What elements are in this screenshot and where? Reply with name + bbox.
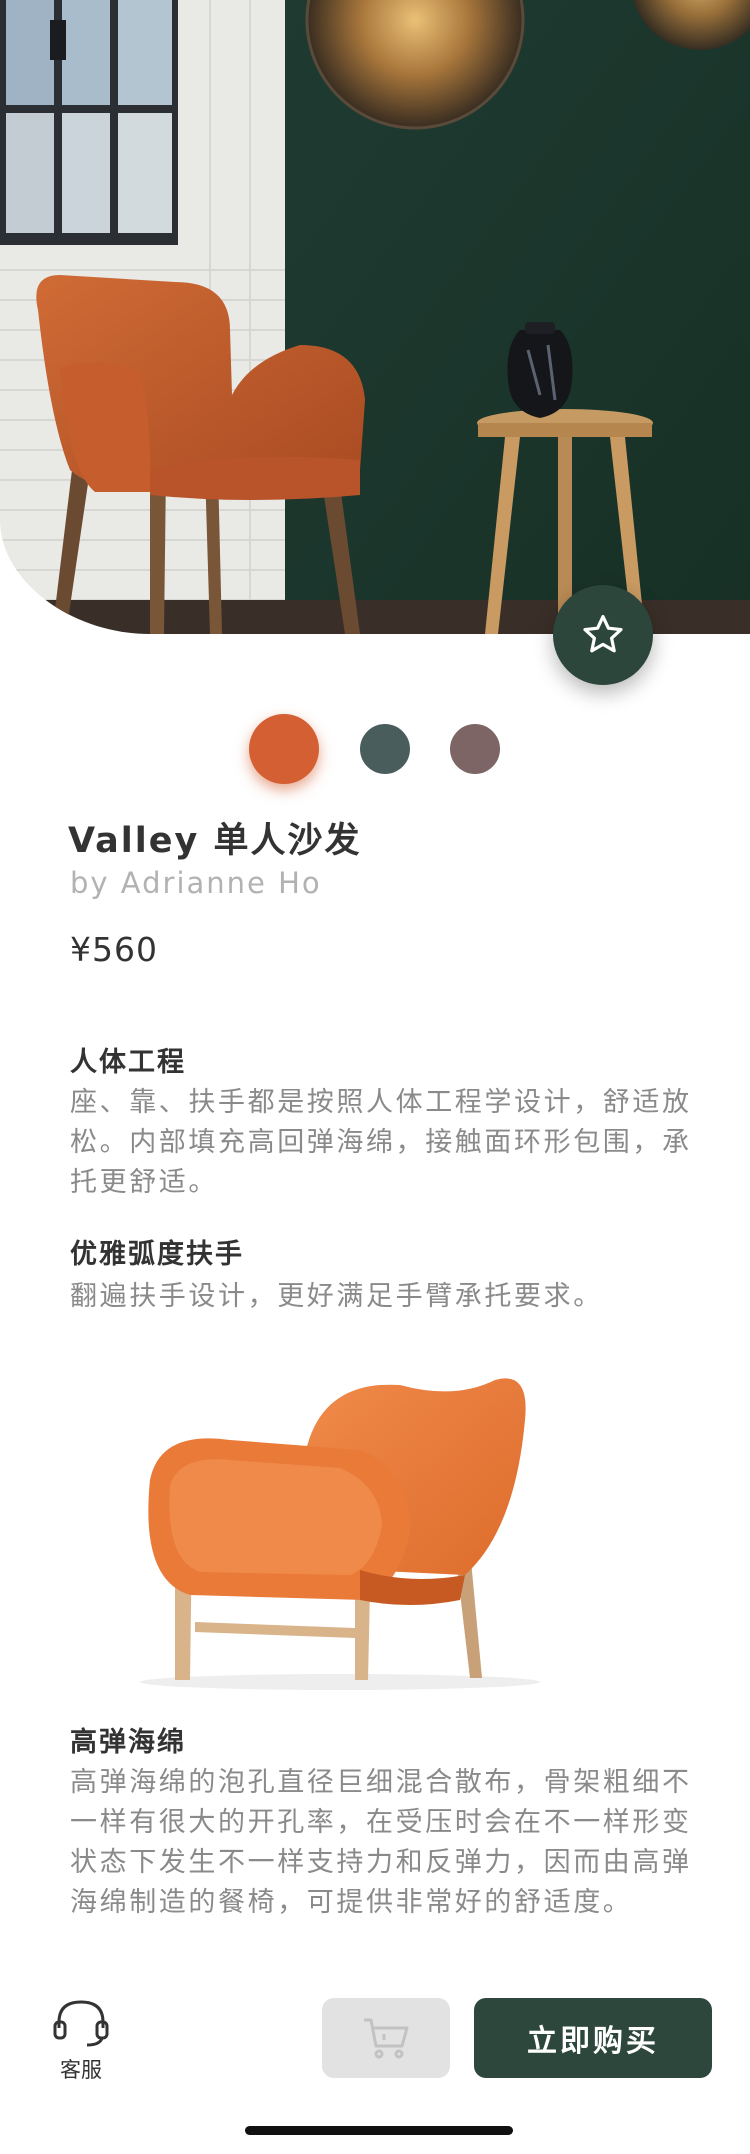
feature-text: 座、靠、扶手都是按照人体工程学设计，舒适放松。内部填充高回弹海绵，接触面环形包围… — [70, 1087, 692, 1198]
cart-icon — [364, 2018, 409, 2059]
bottom-action-bar: 客服 立即购买 — [0, 1980, 750, 2110]
headset-icon — [53, 2000, 109, 2047]
feature-text: 翻遍扶手设计，更好满足手臂承托要求。 — [70, 1281, 603, 1312]
color-swatch-mauve[interactable] — [450, 724, 500, 774]
feature-title: 人体工程 — [70, 1047, 186, 1078]
color-swatch-orange[interactable] — [249, 714, 319, 784]
customer-service-label: 客服 — [60, 2058, 102, 2082]
feature-title: 高弹海绵 — [70, 1727, 186, 1758]
color-selector — [0, 714, 750, 784]
feature-text: 高弹海绵的泡孔直径巨细混合散布，骨架粗细不一样有很大的开孔率，在受压时会在不一样… — [70, 1767, 692, 1918]
hero-image — [0, 0, 750, 634]
feature-title: 优雅弧度扶手 — [70, 1239, 244, 1270]
home-indicator — [245, 2126, 513, 2135]
product-price: ¥560 — [70, 930, 158, 969]
color-swatch-teal[interactable] — [360, 724, 410, 774]
add-to-cart-button[interactable] — [322, 1998, 450, 2078]
chair-photo — [110, 1360, 580, 1690]
buy-now-button[interactable]: 立即购买 — [474, 1998, 712, 2078]
product-author: by Adrianne Ho — [70, 866, 322, 900]
hero-photo — [0, 0, 750, 634]
star-outline-icon — [583, 615, 623, 653]
customer-service-button[interactable]: 客服 — [52, 1998, 110, 2088]
product-title: Valley 单人沙发 — [68, 821, 362, 861]
favorite-button[interactable] — [553, 585, 653, 685]
